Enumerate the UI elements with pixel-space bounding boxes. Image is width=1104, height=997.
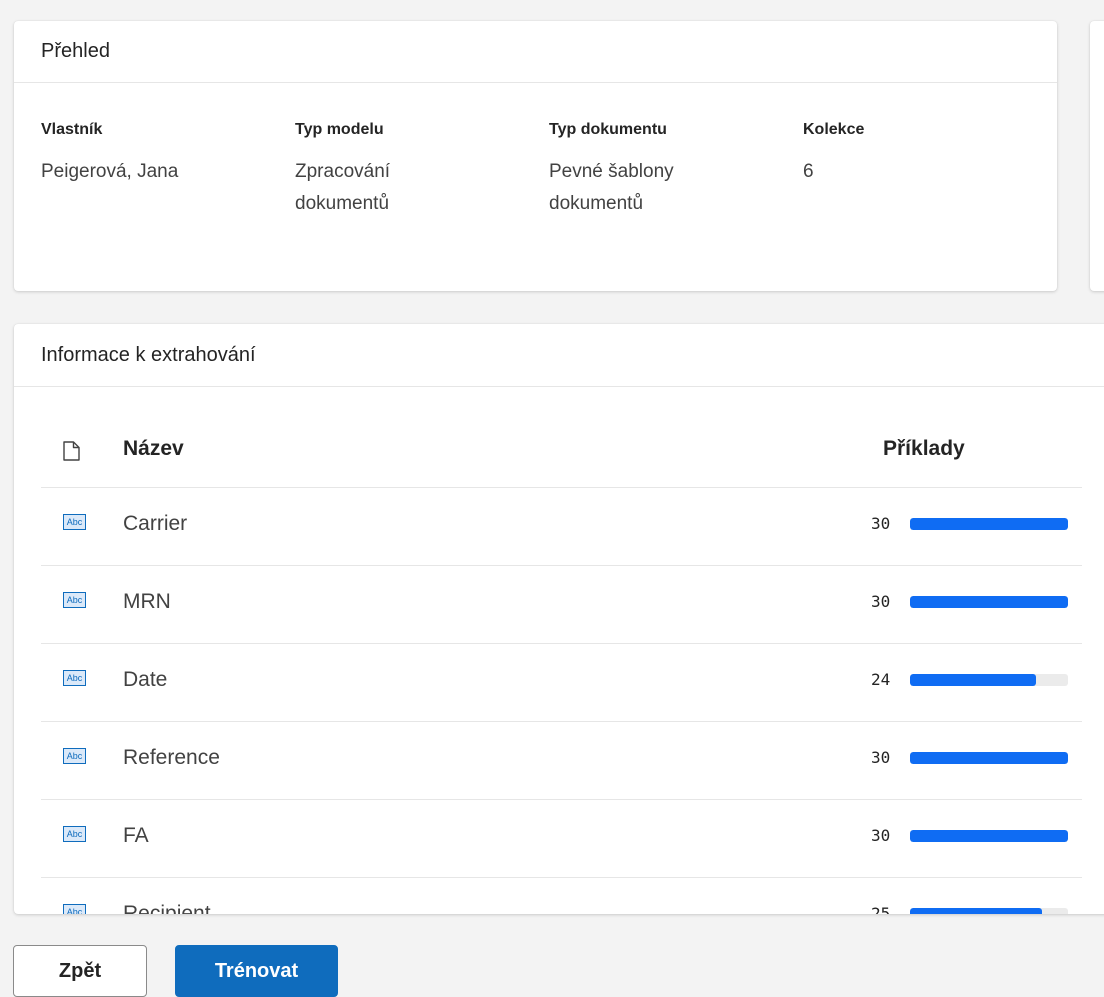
doc-type-label: Typ dokumentu <box>549 121 667 138</box>
examples-progress-fill <box>910 518 1068 530</box>
train-button[interactable]: Trénovat <box>175 945 338 997</box>
field-name: Reference <box>123 746 220 769</box>
overview-card: Přehled Vlastník Peigerová, Jana Typ mod… <box>14 21 1057 291</box>
doc-type-value-line2: dokumentů <box>549 193 644 214</box>
text-field-icon: Abc <box>63 826 86 842</box>
model-type-label: Typ modelu <box>295 121 384 138</box>
examples-progress-bar <box>910 518 1068 530</box>
overview-title: Přehled <box>14 21 1057 83</box>
examples-progress-fill <box>910 596 1068 608</box>
table-row[interactable]: Abc Date 24 <box>41 644 1082 722</box>
field-name: MRN <box>123 590 171 613</box>
examples-progress-fill <box>910 674 1037 686</box>
examples-progress-bar <box>910 908 1068 914</box>
table-row[interactable]: Abc Recipient 25 <box>41 878 1082 914</box>
text-field-icon: Abc <box>63 748 86 764</box>
field-name: Carrier <box>123 512 188 535</box>
examples-progress-bar <box>910 752 1068 764</box>
examples-progress-bar <box>910 830 1068 842</box>
column-header-name[interactable]: Název <box>123 437 184 461</box>
doc-type-column: Typ dokumentu Pevné šablony dokumentů <box>549 121 674 220</box>
side-card <box>1090 21 1104 291</box>
example-count: 25 <box>871 904 891 914</box>
collections-column: Kolekce 6 <box>803 121 864 188</box>
extraction-title: Informace k extrahování <box>14 324 1104 387</box>
owner-value: Peigerová, Jana <box>41 161 179 182</box>
table-row[interactable]: Abc Carrier 30 <box>41 488 1082 566</box>
text-field-icon: Abc <box>63 592 86 608</box>
example-count: 30 <box>871 592 891 611</box>
field-name: FA <box>123 824 149 847</box>
examples-progress-fill <box>910 908 1042 914</box>
text-field-icon: Abc <box>63 904 86 914</box>
extraction-card: Informace k extrahování Název Příklady A… <box>14 324 1104 914</box>
example-count: 30 <box>871 826 891 845</box>
model-type-value-line1: Zpracování <box>295 161 391 182</box>
model-type-value-line2: dokumentů <box>295 193 390 214</box>
column-header-examples[interactable]: Příklady <box>883 437 965 461</box>
text-field-icon: Abc <box>63 670 86 686</box>
text-field-icon: Abc <box>63 514 86 530</box>
table-row[interactable]: Abc FA 30 <box>41 800 1082 878</box>
example-count: 30 <box>871 748 891 767</box>
owner-column: Vlastník Peigerová, Jana <box>41 121 178 188</box>
table-row[interactable]: Abc Reference 30 <box>41 722 1082 800</box>
table-header: Název Příklady <box>41 387 1082 488</box>
extraction-table: Název Příklady Abc Carrier 30 Abc MRN 30 Abc Da… <box>41 387 1082 914</box>
table-body: Abc Carrier 30 Abc MRN 30 Abc Date 24 Abc Referenc… <box>41 488 1082 914</box>
examples-progress-bar <box>910 674 1068 686</box>
document-icon <box>63 441 80 466</box>
overview-grid: Vlastník Peigerová, Jana Typ modelu Zpra… <box>14 83 1057 283</box>
collections-label: Kolekce <box>803 121 865 138</box>
examples-progress-fill <box>910 752 1068 764</box>
model-type-column: Typ modelu Zpracování dokumentů <box>295 121 390 220</box>
example-count: 30 <box>871 514 891 533</box>
field-name: Recipient <box>123 902 211 914</box>
field-name: Date <box>123 668 168 691</box>
examples-progress-fill <box>910 830 1068 842</box>
example-count: 24 <box>871 670 891 689</box>
table-row[interactable]: Abc MRN 30 <box>41 566 1082 644</box>
doc-type-value-line1: Pevné šablony <box>549 161 674 182</box>
collections-value: 6 <box>803 161 814 182</box>
examples-progress-bar <box>910 596 1068 608</box>
owner-label: Vlastník <box>41 121 103 138</box>
back-button[interactable]: Zpět <box>13 945 147 997</box>
